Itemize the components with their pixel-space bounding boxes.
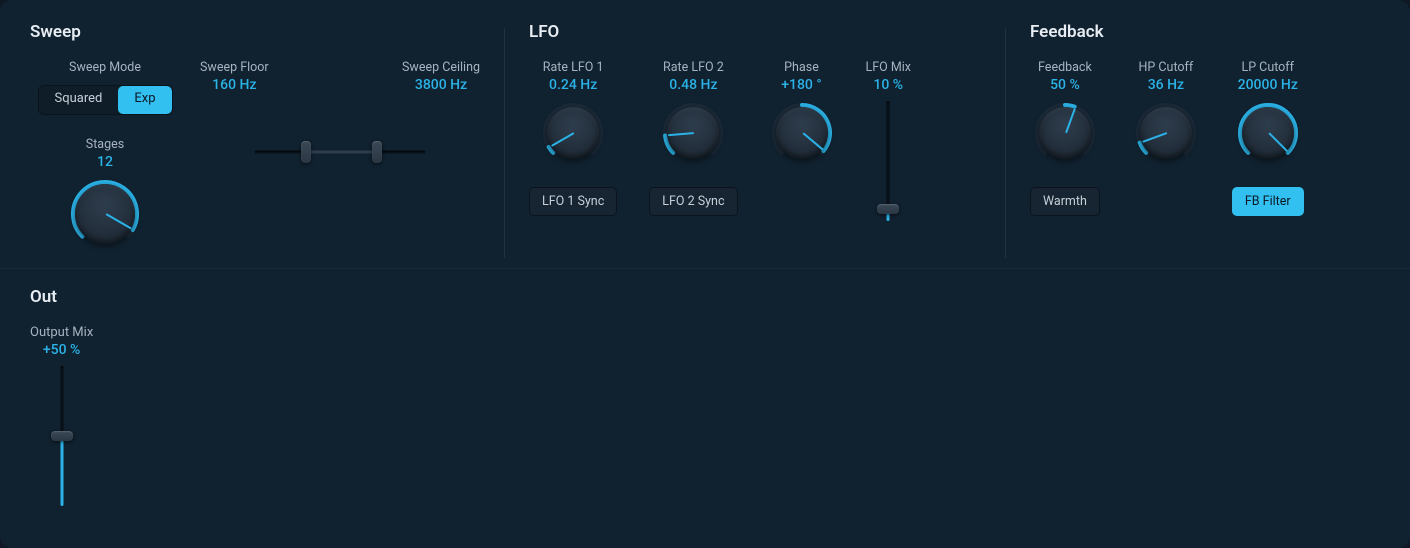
sweep-ceiling-thumb[interactable]	[372, 141, 382, 163]
output-mix-slider[interactable]	[52, 366, 72, 506]
feedback-knob[interactable]	[1033, 101, 1097, 165]
rate-lfo2-label: Rate LFO 2	[663, 60, 724, 75]
output-mix-thumb[interactable]	[51, 431, 73, 441]
section-out: Out Output Mix +50 %	[30, 287, 1380, 506]
sweep-ceiling-value: 3800 Hz	[402, 77, 480, 93]
phase-label: Phase	[784, 60, 819, 75]
sweep-mode-squared[interactable]: Squared	[39, 86, 119, 114]
rate-lfo1-label: Rate LFO 1	[543, 60, 604, 75]
hp-value: 36 Hz	[1148, 77, 1184, 93]
sweep-floor-thumb[interactable]	[301, 141, 311, 163]
hp-knob[interactable]	[1134, 101, 1198, 165]
output-mix-label: Output Mix	[30, 325, 93, 340]
rate-lfo2-value: 0.48 Hz	[669, 77, 717, 93]
stages-label: Stages	[86, 137, 124, 152]
feedback-value: 50 %	[1050, 77, 1080, 93]
feedback-param: Feedback 50 % Warmth	[1030, 60, 1100, 216]
lp-knob[interactable]	[1236, 101, 1300, 165]
rate-lfo2-param: Rate LFO 2 0.48 Hz LFO 2 Sync	[649, 60, 737, 216]
lfo-mix-slider[interactable]	[878, 101, 898, 221]
lfo1-sync-button[interactable]: LFO 1 Sync	[529, 187, 617, 216]
feedback-title: Feedback	[1030, 22, 1380, 42]
lfo2-sync-button[interactable]: LFO 2 Sync	[649, 187, 737, 216]
lp-cutoff-param: LP Cutoff 20000 Hz FB Filter	[1232, 60, 1304, 216]
sweep-ceiling-label: Sweep Ceiling	[402, 60, 480, 75]
feedback-label: Feedback	[1038, 60, 1092, 75]
sweep-floor-value: 160 Hz	[200, 77, 269, 93]
stages-knob[interactable]	[69, 178, 141, 250]
rate-lfo1-value: 0.24 Hz	[549, 77, 597, 93]
top-row: Sweep Sweep Mode Squared Exp Stages 12	[0, 0, 1410, 268]
section-feedback: Feedback Feedback 50 % Warmth	[1006, 22, 1380, 268]
phaser-panel: Sweep Sweep Mode Squared Exp Stages 12	[0, 0, 1410, 548]
phase-knob[interactable]	[770, 101, 834, 165]
hp-cutoff-param: HP Cutoff 36 Hz	[1134, 60, 1198, 165]
output-mix-param: Output Mix +50 %	[30, 325, 93, 506]
rate-lfo1-knob[interactable]	[541, 101, 605, 165]
phase-param: Phase +180 °	[770, 60, 834, 165]
sweep-range-slider[interactable]	[255, 148, 425, 156]
lfo-mix-param: LFO Mix 10 %	[866, 60, 912, 221]
lfo-mix-label: LFO Mix	[866, 60, 912, 75]
sweep-mode-segmented[interactable]: Squared Exp	[38, 85, 173, 115]
section-sweep: Sweep Sweep Mode Squared Exp Stages 12	[30, 22, 504, 268]
sweep-range-col: Sweep Floor 160 Hz Sweep Ceiling 3800 Hz	[200, 60, 480, 250]
lfo-mix-value: 10 %	[873, 77, 903, 93]
sweep-mode-label: Sweep Mode	[69, 60, 141, 75]
phase-value: +180 °	[781, 77, 821, 93]
hp-label: HP Cutoff	[1139, 60, 1194, 75]
rate-lfo2-knob[interactable]	[661, 101, 725, 165]
sweep-floor-label: Sweep Floor	[200, 60, 269, 75]
lp-label: LP Cutoff	[1241, 60, 1294, 75]
bottom-row: Out Output Mix +50 %	[0, 269, 1410, 506]
output-mix-value: +50 %	[43, 342, 80, 358]
sweep-mode-and-stages: Sweep Mode Squared Exp Stages 12	[30, 60, 180, 250]
lfo-mix-thumb[interactable]	[877, 204, 899, 214]
stages-value: 12	[97, 154, 113, 170]
warmth-button[interactable]: Warmth	[1030, 187, 1100, 216]
sweep-title: Sweep	[30, 22, 480, 42]
sweep-mode-exp[interactable]: Exp	[118, 86, 171, 114]
lp-value: 20000 Hz	[1238, 77, 1298, 93]
fb-filter-button[interactable]: FB Filter	[1232, 187, 1304, 216]
out-title: Out	[30, 287, 1380, 307]
section-lfo: LFO Rate LFO 1 0.24 Hz LFO 1 Sync	[505, 22, 1005, 268]
lfo-title: LFO	[529, 22, 981, 42]
rate-lfo1-param: Rate LFO 1 0.24 Hz LFO 1 Sync	[529, 60, 617, 216]
